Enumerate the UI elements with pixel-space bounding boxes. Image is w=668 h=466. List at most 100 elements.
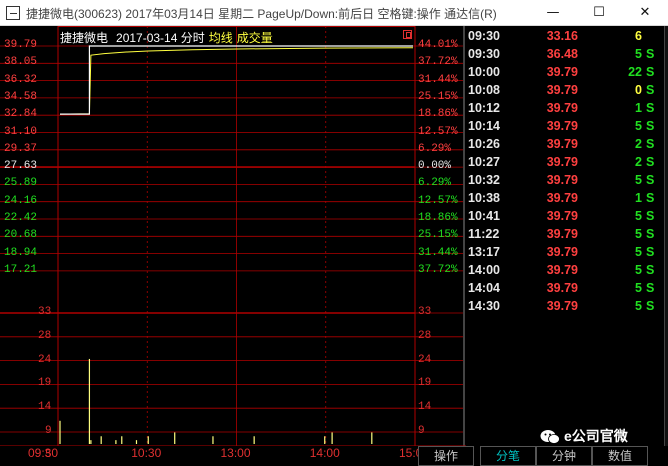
tab-minutes[interactable]: 分钟 (536, 446, 592, 466)
trade-time: 10:08 (468, 83, 500, 97)
close-icon: ✕ (639, 5, 651, 20)
volume-tick-label-right: 9 (418, 425, 425, 437)
trade-row[interactable]: 10:12 39.79 1 S (466, 101, 656, 119)
trade-price: 39.79 (546, 281, 578, 295)
watermark-text: e公司官微 (564, 428, 628, 444)
pct-tick-label: 18.86% (418, 108, 458, 121)
trade-time: 14:04 (468, 281, 500, 295)
time-tick-label: 13:00 (220, 446, 251, 460)
avg-line-label[interactable]: 均线 (209, 31, 233, 45)
title-bar: 捷捷微电(300623) 2017年03月14日 星期二 PageUp/Down… (0, 0, 668, 26)
trade-price: 33.16 (546, 29, 578, 43)
trade-direction: S (646, 47, 655, 61)
price-tick-label: 39.79 (4, 39, 38, 51)
pct-tick-label: 37.72% (418, 263, 458, 276)
tab-operate[interactable]: 操作 (418, 446, 474, 466)
trade-row[interactable]: 11:22 39.79 5 S (466, 227, 656, 245)
trade-row[interactable]: 14:00 39.79 5 S (466, 263, 656, 281)
tab-values[interactable]: 数值 (592, 446, 648, 466)
wechat-icon (540, 430, 560, 445)
trade-time: 10:00 (468, 65, 500, 79)
price-tick-label: 31.10 (4, 125, 38, 138)
trade-direction: S (646, 119, 655, 133)
trade-direction: S (646, 281, 655, 295)
trade-row[interactable]: 10:26 39.79 2 S (466, 137, 656, 155)
trade-volume: 1 (635, 191, 642, 205)
trade-row[interactable]: 10:32 39.79 5 S (466, 173, 656, 191)
price-tick-label: 17.21 (4, 263, 38, 276)
trade-price: 39.79 (546, 227, 578, 241)
price-tick-label: 38.05 (4, 56, 38, 69)
minimize-icon: — (546, 5, 560, 20)
trade-row[interactable]: 10:38 39.79 1 S (466, 191, 656, 209)
trade-row[interactable]: 10:08 39.79 0 S (466, 83, 656, 101)
pct-tick-label: 12.57% (418, 125, 458, 138)
trade-time: 10:41 (468, 209, 500, 223)
trade-row[interactable]: 10:14 39.79 5 S (466, 119, 656, 137)
watermark: e公司官微 (540, 426, 628, 448)
trade-row[interactable]: 09:30 33.16 6 (466, 29, 656, 47)
app-icon (6, 6, 20, 20)
minimize-button[interactable]: — (530, 0, 576, 26)
trade-volume: 2 (635, 137, 642, 151)
close-button[interactable]: ✕ (622, 0, 668, 26)
trade-row[interactable]: 10:41 39.79 5 S (466, 209, 656, 227)
trade-row[interactable]: 10:27 39.79 2 S (466, 155, 656, 173)
trade-price: 39.79 (546, 173, 578, 187)
pct-tick-label: 25.15% (418, 229, 458, 242)
trade-row[interactable]: 09:30 36.48 5 S (466, 47, 656, 65)
trade-row[interactable]: 10:00 39.79 22 S (466, 65, 656, 83)
chart-close-icon[interactable] (403, 30, 412, 39)
volume-tick-label-right: 14 (418, 401, 432, 414)
pct-tick-label: 37.72% (418, 56, 458, 69)
trade-time: 14:30 (468, 299, 500, 313)
trade-time: 09:30 (468, 47, 500, 61)
trade-direction: S (646, 83, 655, 97)
trade-direction: S (646, 209, 655, 223)
trade-time: 10:27 (468, 155, 500, 169)
trade-row[interactable]: 14:04 39.79 5 S (466, 281, 656, 299)
trade-price: 39.79 (546, 83, 578, 97)
trade-direction: S (646, 191, 655, 205)
trade-volume: 5 (635, 209, 642, 223)
volume-label[interactable]: 成交量 (237, 31, 273, 45)
trade-direction: S (646, 137, 655, 151)
chart-header: 捷捷微电 2017-03-14 分时 均线 成交量 (60, 29, 273, 46)
price-tick-label: 32.84 (4, 108, 38, 121)
intraday-chart[interactable] (0, 26, 466, 446)
trade-row[interactable]: 13:17 39.79 5 S (466, 245, 656, 263)
pct-tick-label: 6.29% (418, 142, 452, 155)
trade-time: 10:14 (468, 119, 500, 133)
trade-direction: S (646, 101, 655, 115)
volume-tick-label-left: 24 (38, 353, 52, 366)
trade-price: 39.79 (546, 263, 578, 277)
price-tick-label: 22.42 (4, 212, 38, 224)
chart-date: 2017-03-14 分时 (116, 31, 205, 45)
trade-direction: S (646, 245, 655, 259)
trade-direction: S (646, 173, 655, 187)
trade-list-scrollbar[interactable] (664, 26, 668, 446)
trade-row[interactable]: 14:30 39.79 5 S (466, 299, 656, 317)
trade-volume: 5 (635, 263, 642, 277)
trade-time: 10:38 (468, 191, 500, 205)
trade-list[interactable]: 09:30 33.16 6 09:30 36.48 5 S 10:00 39.79 22 S 10:0… (466, 26, 668, 446)
price-tick-label: 24.16 (4, 194, 38, 207)
pct-tick-label: 44.01% (418, 39, 458, 51)
price-tick-label: 25.89 (4, 177, 38, 190)
maximize-button[interactable]: ☐ (576, 0, 622, 26)
time-tick-label: 09:30 (28, 446, 59, 460)
window-title: 捷捷微电(300623) 2017年03月14日 星期二 PageUp/Down… (26, 7, 497, 21)
trade-price: 39.79 (546, 119, 578, 133)
trade-volume: 5 (635, 173, 642, 187)
pct-tick-label: 12.57% (418, 194, 458, 207)
stock-name: 捷捷微电 (60, 31, 109, 45)
panel-tabs: 操作 分笔 分钟 数值 (418, 446, 668, 466)
volume-tick-label-right: 24 (418, 353, 432, 366)
price-tick-label: 18.94 (4, 246, 38, 259)
maximize-icon: ☐ (593, 5, 605, 20)
trade-price: 39.79 (546, 191, 578, 205)
trade-volume: 22 (628, 65, 642, 79)
trade-direction: S (646, 299, 655, 313)
tab-ticks[interactable]: 分笔 (480, 446, 536, 466)
price-tick-label: 34.58 (4, 90, 38, 103)
